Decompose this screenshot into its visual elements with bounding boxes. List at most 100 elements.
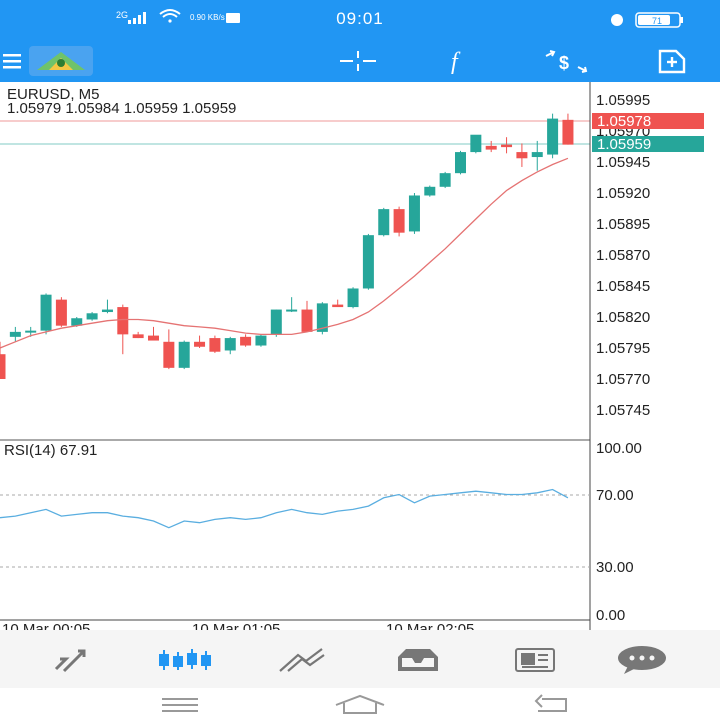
candle-body (301, 309, 313, 332)
rsi-tick: 100.00 (596, 440, 642, 457)
time-tick: 10 Mar 00:05 (2, 621, 90, 630)
candle-body (148, 335, 159, 341)
tab-quotes[interactable] (40, 638, 100, 682)
time-tick: 10 Mar 02:05 (386, 621, 474, 630)
candle (501, 137, 513, 154)
rsi-axis-labels: 100.00 70.00 30.00 0.00 (596, 440, 642, 624)
candle (40, 293, 52, 335)
bid-price-label: 1.05978 (592, 113, 704, 130)
candle (240, 334, 252, 347)
candle-body (163, 341, 175, 368)
rsi-tick: 30.00 (596, 559, 634, 576)
price-tick: 1.05795 (596, 340, 650, 357)
home-icon[interactable] (330, 692, 390, 716)
candle-body (224, 338, 236, 351)
candle-body (516, 152, 528, 159)
time-axis-labels: 10 Mar 00:05 10 Mar 01:05 10 Mar 02:05 (2, 621, 474, 630)
candle (86, 312, 98, 321)
trade-icon[interactable]: $ (536, 40, 596, 82)
indicators-icon[interactable]: f (432, 40, 488, 82)
candle-body (194, 341, 206, 347)
ask-price-label: 1.05959 (592, 136, 704, 153)
candle (332, 299, 344, 308)
add-chart-icon[interactable] (644, 40, 700, 82)
toolbar: f $ (0, 40, 720, 82)
tab-chart[interactable] (156, 638, 216, 682)
chart-svg[interactable]: 1.05995 1.05970 1.05945 1.05920 1.05895 … (0, 82, 720, 630)
candle-body (362, 235, 374, 289)
menu-icon[interactable] (0, 40, 26, 82)
system-nav-bar (0, 688, 720, 720)
candle-body (393, 209, 405, 233)
candle (439, 171, 451, 189)
candle (55, 297, 67, 327)
tab-trade[interactable] (272, 638, 332, 682)
price-tick: 1.05870 (596, 247, 650, 264)
recents-icon[interactable] (150, 692, 210, 716)
tab-messages[interactable] (612, 638, 672, 682)
clock: 09:01 (336, 9, 384, 28)
svg-text:$: $ (559, 53, 569, 73)
price-tick: 1.05995 (596, 92, 650, 109)
candle-body (0, 354, 6, 379)
candle (562, 113, 574, 145)
candle (117, 304, 129, 355)
candle-body (25, 330, 37, 333)
candle (178, 340, 190, 370)
candle-body (347, 288, 359, 308)
crosshair-icon[interactable] (330, 40, 386, 82)
candle (531, 140, 543, 171)
candle-body (332, 304, 344, 308)
candle (362, 233, 374, 290)
candle-body (9, 331, 21, 337)
candle-body (562, 119, 574, 145)
ma-line (0, 157, 569, 349)
back-icon[interactable] (522, 692, 582, 716)
candle-body (40, 294, 52, 331)
rsi-tick: 70.00 (596, 487, 634, 504)
candle (194, 335, 206, 348)
candle-body (55, 299, 67, 326)
candle (470, 134, 482, 154)
candle (148, 326, 159, 341)
candle-body (240, 336, 252, 346)
candle-body (408, 195, 420, 232)
price-tick: 1.05745 (596, 402, 650, 419)
candle-body (455, 152, 466, 174)
candle (393, 206, 405, 237)
candle (209, 335, 221, 353)
candle (547, 113, 559, 159)
candle (101, 299, 113, 314)
app-logo[interactable] (28, 40, 94, 82)
candle (408, 193, 420, 234)
price-tick: 1.05770 (596, 371, 650, 388)
ask-price-text: 1.05959 (597, 136, 651, 153)
candle (132, 331, 144, 339)
candle-body (101, 309, 113, 313)
tab-history[interactable] (388, 638, 448, 682)
price-tick: 1.05845 (596, 278, 650, 295)
tab-news[interactable] (504, 638, 564, 682)
candle-body (485, 145, 497, 150)
candle (378, 207, 390, 237)
candle (270, 309, 282, 337)
rsi-tick: 0.00 (596, 607, 625, 624)
bid-price-text: 1.05978 (597, 113, 651, 130)
candle-body (547, 118, 559, 155)
moving-average (0, 157, 569, 349)
candle (455, 150, 466, 175)
candles (0, 113, 574, 379)
tab-bar (0, 630, 720, 688)
quotes-icon (54, 649, 86, 673)
price-tick: 1.05920 (596, 185, 650, 202)
candle-body (378, 209, 390, 236)
time-tick: 10 Mar 01:05 (192, 621, 280, 630)
chart-area[interactable]: 1.05995 1.05970 1.05945 1.05920 1.05895 … (0, 82, 720, 630)
rsi-title: RSI(14) 67.91 (4, 442, 98, 459)
candle-body (424, 186, 436, 196)
history-tab-icon (398, 649, 438, 671)
status-bar: 2G 0.90 KB/s 71 09:01 (0, 0, 720, 40)
price-tick: 1.05945 (596, 154, 650, 171)
candle-body (270, 309, 282, 335)
candle-body (86, 313, 98, 320)
